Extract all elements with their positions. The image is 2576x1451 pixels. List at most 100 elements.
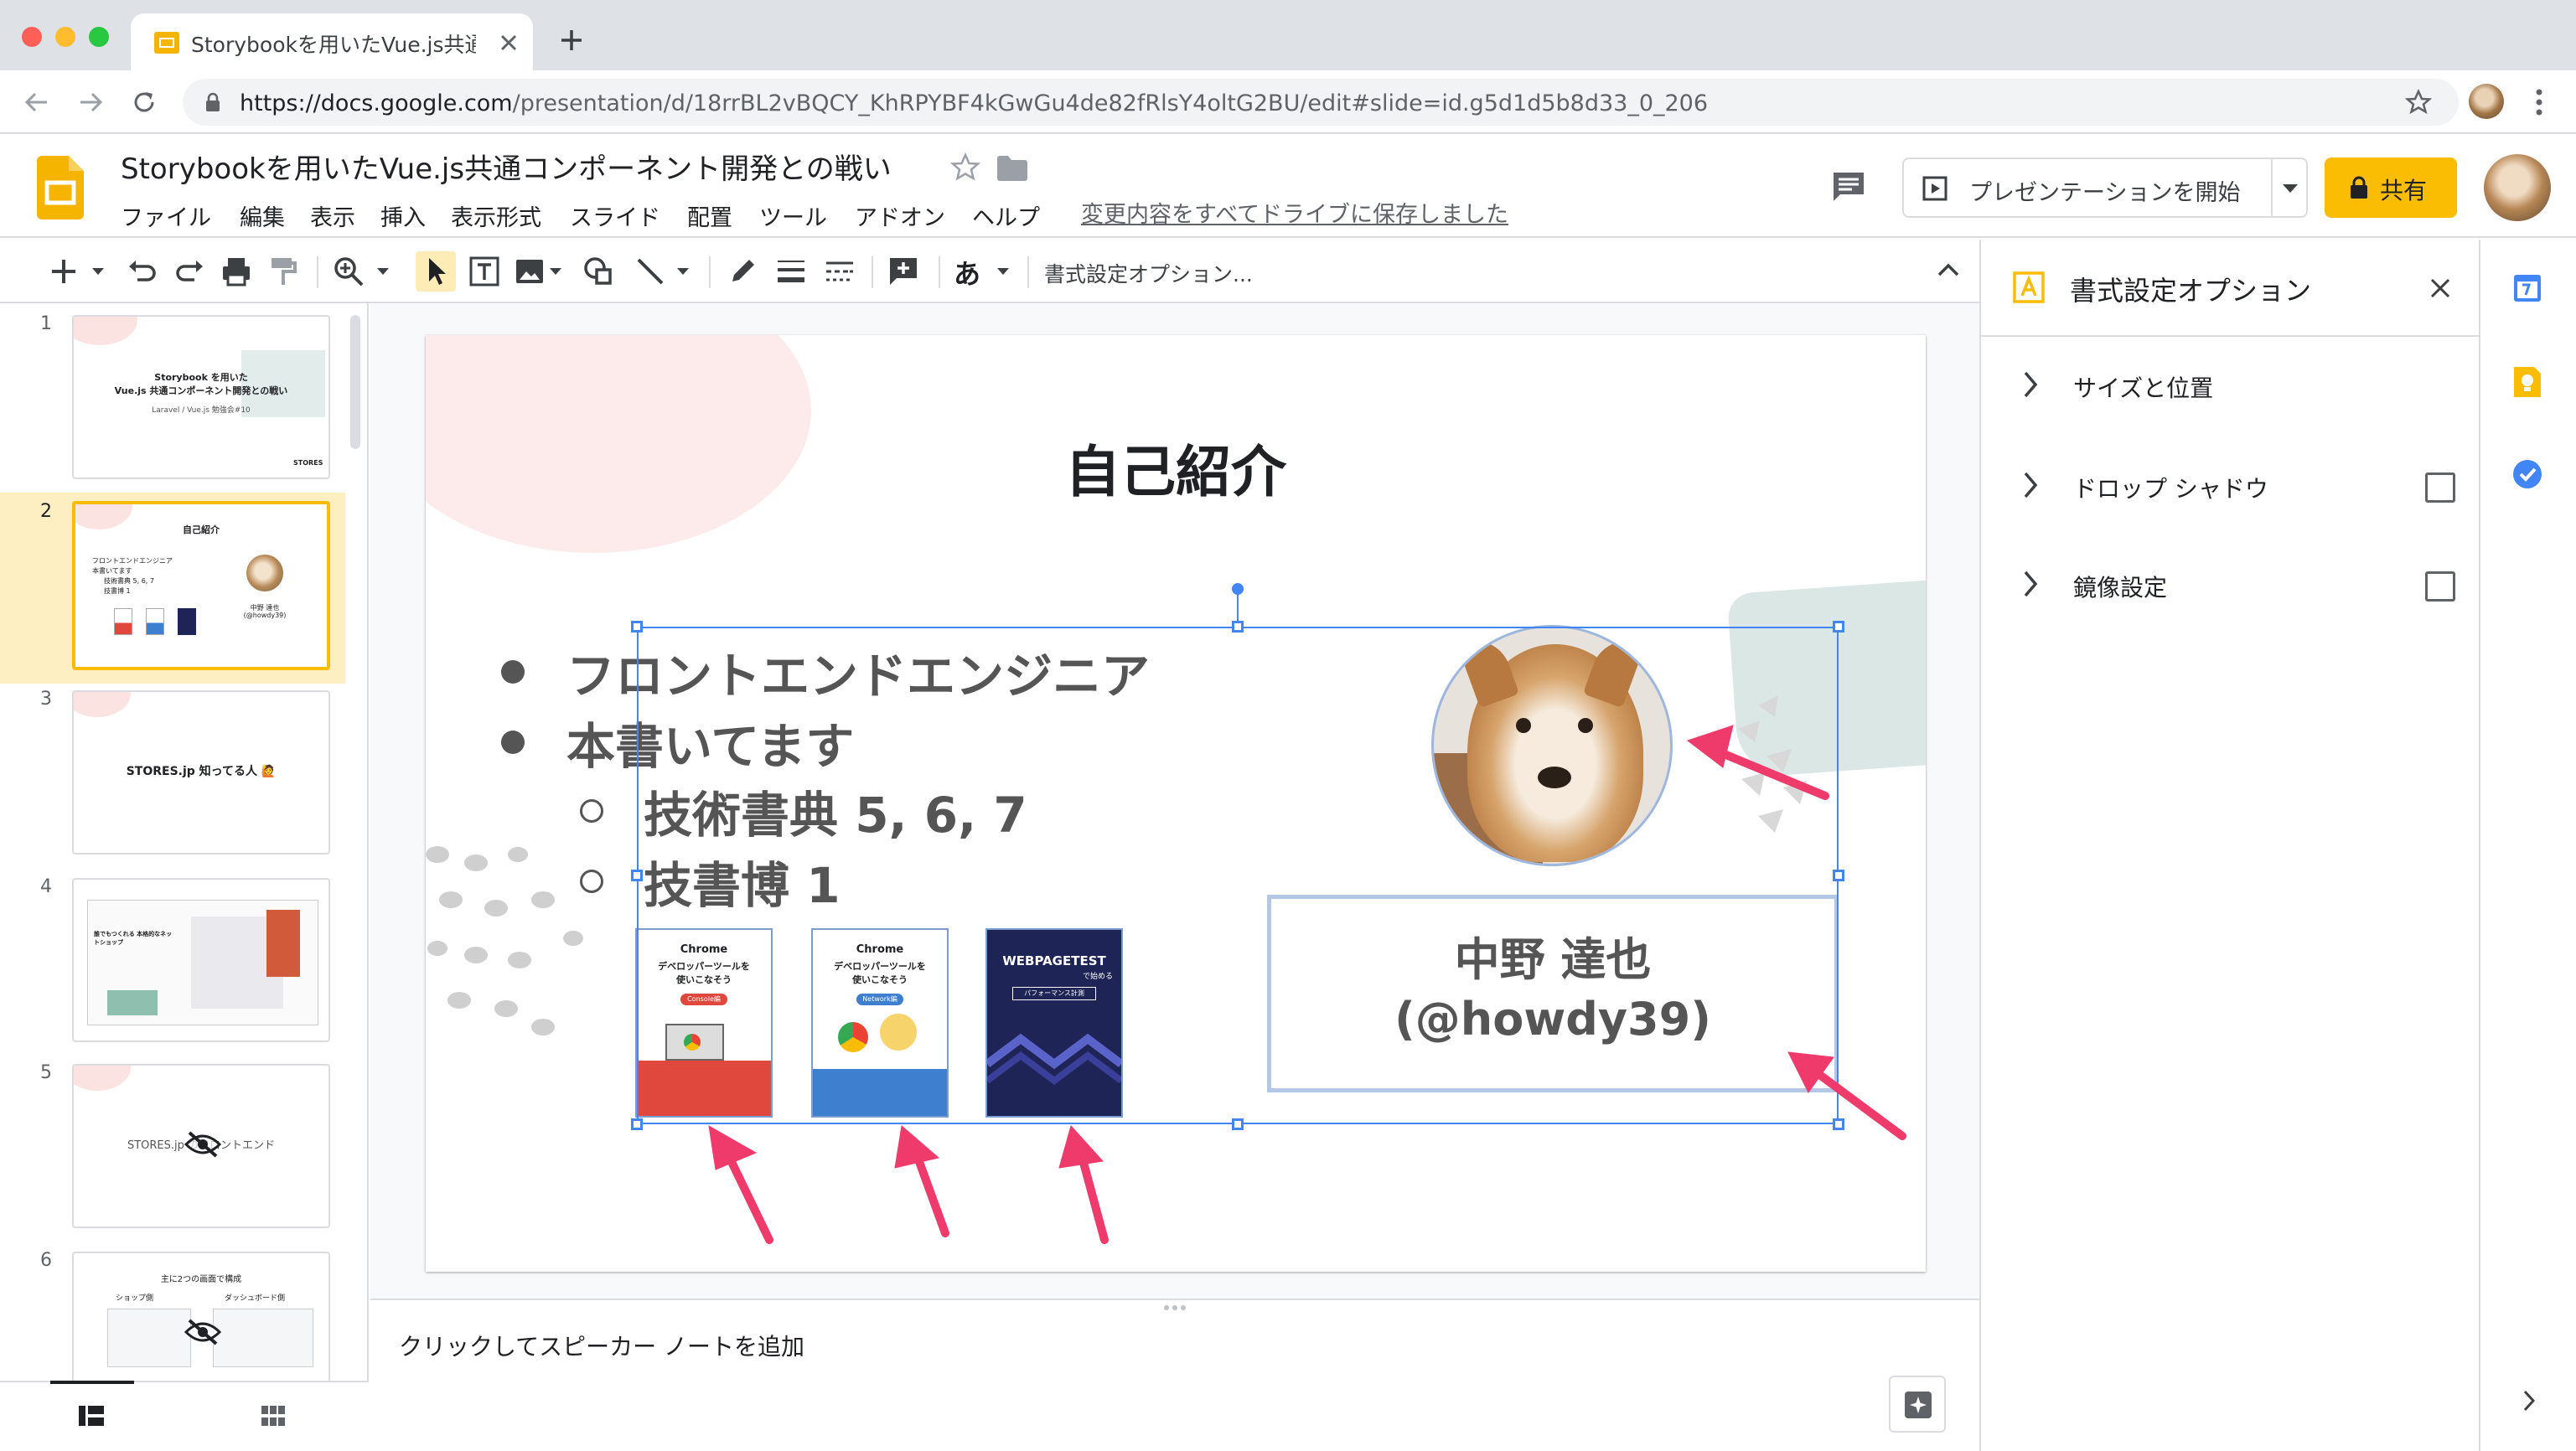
forward-icon[interactable] [77, 89, 104, 116]
slide-number: 6 [40, 1250, 52, 1271]
slide-thumbnail-3[interactable]: STORES.jp 知ってる人 🙋 [72, 690, 330, 855]
select-cursor-icon[interactable] [419, 255, 453, 288]
menu-view[interactable]: 表示 [310, 199, 355, 232]
app-header: Storybookを用いたVue.js共通コンポーネント開発との戦い ファイル … [0, 134, 2576, 238]
panel-row-drop-shadow[interactable]: ドロップ シャドウ [1981, 437, 2480, 536]
notes-resize-handle[interactable] [1150, 1304, 1200, 1312]
window-zoom-button[interactable] [89, 27, 109, 47]
expand-rail-icon[interactable] [2522, 1389, 2536, 1412]
new-slide-dropdown-icon[interactable] [92, 268, 104, 275]
close-panel-icon[interactable] [2430, 278, 2450, 298]
url-path: /presentation/d/18rrBL2vBQCY_KhRPYBF4kGw… [512, 90, 1709, 116]
filmstrip-view-icon[interactable] [79, 1406, 104, 1426]
menu-insert[interactable]: 挿入 [380, 199, 426, 232]
side-apps-rail [2479, 240, 2576, 1451]
browser-tab-bar: Storybookを用いたVue.js共通コ [0, 0, 2576, 70]
filmstrip-scrollbar[interactable] [350, 315, 360, 449]
slide-thumbnail-2[interactable]: 自己紹介 フロントエンドエンジニア 本書いてます 技術書典 5, 6, 7 技書… [72, 501, 330, 670]
menu-file[interactable]: ファイル [121, 199, 211, 232]
paint-format-icon[interactable] [266, 255, 300, 288]
border-color-icon[interactable] [726, 255, 759, 288]
slide[interactable]: 自己紹介 フロントエンドエンジニア 本書いてます 技術書典 5, 6, 7 技書… [426, 335, 1926, 1272]
zoom-dropdown-icon[interactable] [377, 268, 389, 275]
menu-format[interactable]: 表示形式 [451, 199, 541, 232]
speaker-notes[interactable]: クリックしてスピーカー ノートを追加 [370, 1299, 1979, 1451]
present-dropdown-icon[interactable] [2283, 184, 2298, 193]
panel-row-reflection[interactable]: 鏡像設定 [1981, 536, 2480, 635]
present-label: プレゼンテーションを開始 [1969, 180, 2241, 206]
present-icon [1922, 176, 1948, 201]
image-icon[interactable] [513, 255, 546, 288]
format-options-button[interactable]: 書式設定オプション... [1044, 258, 1253, 288]
back-icon[interactable] [23, 89, 50, 116]
window-close-button[interactable] [22, 27, 42, 47]
undo-icon[interactable] [126, 255, 159, 288]
explore-icon [1905, 1392, 1932, 1418]
menu-addons[interactable]: アドオン [855, 199, 945, 232]
border-weight-icon[interactable] [774, 255, 808, 288]
slide-thumbnail-5[interactable]: STORES.jp のフロントエンド [72, 1064, 330, 1228]
input-tools-dropdown-icon[interactable] [997, 268, 1009, 275]
annotation-arrows [708, 725, 1906, 1244]
panel-row-size-position[interactable]: サイズと位置 [1981, 337, 2480, 436]
menu-edit[interactable]: 編集 [240, 199, 285, 232]
chevron-right-icon [2024, 371, 2038, 398]
tasks-icon[interactable] [2512, 459, 2542, 489]
view-toggle-bar [0, 1381, 369, 1451]
slides-logo-icon[interactable] [37, 156, 84, 219]
slide-filmstrip: 1 Storybook を用いた Vue.js 共通コンポーネント開発との戦い … [0, 303, 369, 1451]
zoom-icon[interactable] [332, 255, 365, 288]
grid-view-icon[interactable] [261, 1406, 285, 1426]
new-tab-icon[interactable] [560, 28, 583, 52]
hidden-slide-icon [184, 1319, 221, 1345]
browser-profile-avatar[interactable] [2469, 84, 2504, 119]
account-avatar[interactable] [2484, 154, 2551, 221]
new-slide-icon[interactable] [47, 255, 80, 288]
input-tools-button[interactable]: あ [954, 253, 980, 292]
menu-slide[interactable]: スライド [570, 199, 660, 232]
menu-tools[interactable]: ツール [759, 199, 827, 232]
share-button[interactable]: 共有 [2325, 157, 2457, 218]
url-host: https://docs.google.com [240, 90, 513, 116]
slide-number: 5 [40, 1062, 52, 1083]
document-title[interactable]: Storybookを用いたVue.js共通コンポーネント開発との戦い [121, 146, 892, 187]
window-minimize-button[interactable] [55, 27, 75, 47]
collapse-toolbar-icon[interactable] [1937, 263, 1959, 276]
browser-menu-icon[interactable] [2534, 87, 2544, 117]
line-dropdown-icon[interactable] [677, 268, 689, 275]
comment-icon[interactable] [1832, 171, 1865, 203]
explore-button[interactable] [1889, 1376, 1946, 1433]
bookmark-star-icon[interactable] [2405, 89, 2432, 116]
slide-thumbnail-4[interactable]: 誰でもつくれる 本格的なネットショップ [72, 878, 330, 1042]
speaker-notes-placeholder[interactable]: クリックしてスピーカー ノートを追加 [399, 1329, 804, 1362]
redo-icon[interactable] [173, 255, 206, 288]
panel-row-label: ドロップ シャドウ [2073, 475, 2268, 503]
add-comment-icon[interactable] [887, 255, 920, 288]
url-field[interactable]: https://docs.google.com/presentation/d/1… [183, 79, 2459, 126]
menu-arrange[interactable]: 配置 [687, 199, 732, 232]
keep-icon[interactable] [2512, 365, 2542, 399]
reload-icon[interactable] [131, 89, 158, 116]
line-icon[interactable] [634, 255, 667, 288]
tab-close-icon[interactable] [499, 34, 518, 52]
folder-icon[interactable] [997, 156, 1027, 181]
chevron-right-icon [2024, 472, 2038, 498]
slide-number: 3 [40, 689, 52, 710]
star-icon[interactable] [950, 152, 980, 183]
reflection-checkbox[interactable] [2425, 571, 2455, 602]
hidden-slide-icon [184, 1131, 221, 1158]
print-icon[interactable] [220, 255, 253, 288]
drop-shadow-checkbox[interactable] [2425, 472, 2455, 503]
present-button[interactable]: プレゼンテーションを開始 [1902, 157, 2308, 218]
slide-thumbnail-6[interactable]: 主に2つの画面で構成 ショップ側 ダッシュボード側 [72, 1252, 330, 1392]
shape-icon[interactable] [582, 255, 615, 288]
slide-thumbnail-1[interactable]: Storybook を用いた Vue.js 共通コンポーネント開発との戦い La… [72, 315, 330, 479]
calendar-icon[interactable] [2512, 271, 2542, 303]
border-dash-icon[interactable] [823, 255, 856, 288]
image-dropdown-icon[interactable] [550, 268, 561, 275]
save-status-link[interactable]: 変更内容をすべてドライブに保存しました [1081, 196, 1508, 229]
menu-help[interactable]: ヘルプ [972, 199, 1040, 232]
text-box-icon[interactable] [468, 255, 501, 288]
slide-number: 4 [40, 876, 52, 897]
browser-tab[interactable]: Storybookを用いたVue.js共通コ [131, 13, 533, 70]
